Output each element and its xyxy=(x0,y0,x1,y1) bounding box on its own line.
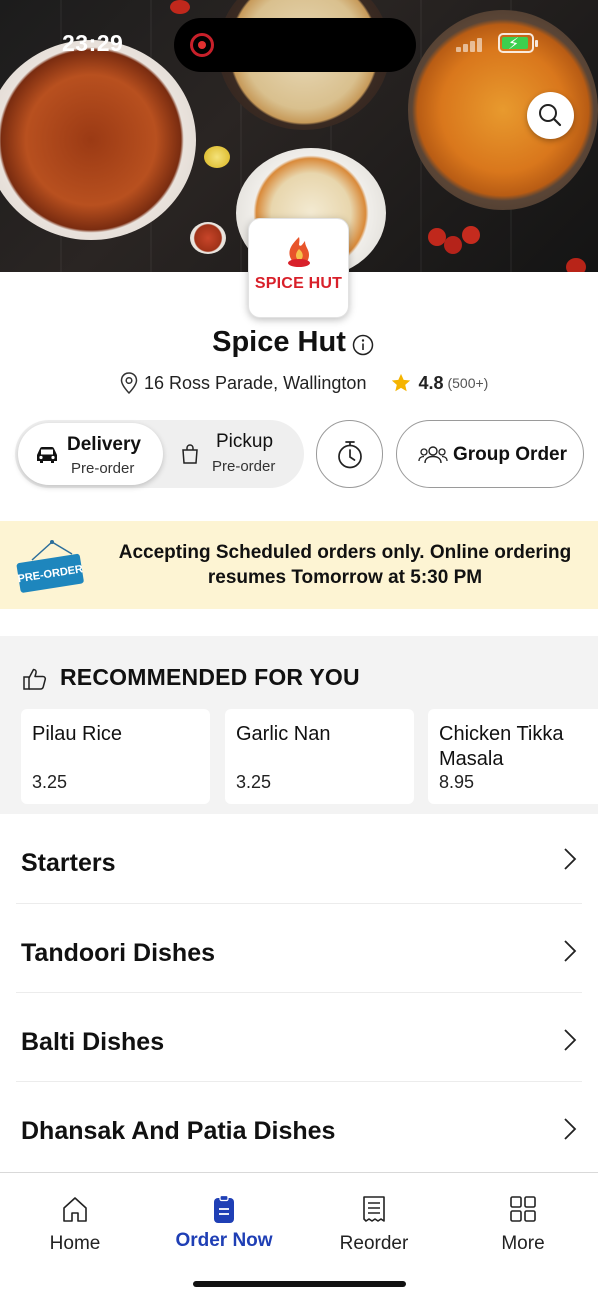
thumbs-up-icon xyxy=(23,668,47,690)
category-row-starters[interactable]: Starters xyxy=(0,815,598,904)
tab-reorder[interactable]: Reorder xyxy=(299,1173,449,1273)
item-name: Garlic Nan xyxy=(236,723,331,745)
dynamic-island xyxy=(174,18,416,72)
receipt-icon xyxy=(363,1196,385,1222)
group-order-label: Group Order xyxy=(453,444,568,465)
timer-icon xyxy=(338,441,362,469)
category-label: Tandoori Dishes xyxy=(21,939,216,967)
tab-label: Reorder xyxy=(339,1233,409,1254)
info-icon[interactable] xyxy=(352,334,374,356)
location-pin-icon xyxy=(120,372,138,395)
shopping-bag-icon xyxy=(182,444,198,464)
recommended-item-card[interactable]: Chicken Tikka Masala 8.95 xyxy=(428,709,598,804)
tab-label: More xyxy=(501,1233,545,1254)
rating-count: (500+) xyxy=(447,375,489,391)
search-button[interactable] xyxy=(527,92,574,139)
chevron-right-icon xyxy=(564,848,577,870)
item-price: 3.25 xyxy=(32,772,68,792)
schedule-time-button[interactable] xyxy=(316,420,383,488)
car-icon xyxy=(37,447,57,463)
pickup-option[interactable]: Pickup Pre-order xyxy=(165,423,301,485)
tab-label: Order Now xyxy=(175,1230,273,1251)
dip-bowl xyxy=(190,222,226,254)
category-row-tandoori[interactable]: Tandoori Dishes xyxy=(0,904,598,993)
restaurant-logo: SPICE HUT xyxy=(248,218,349,318)
flame-logo-icon xyxy=(288,237,310,267)
chevron-right-icon xyxy=(564,1029,577,1051)
home-indicator[interactable] xyxy=(193,1281,406,1287)
category-row-balti[interactable]: Balti Dishes xyxy=(0,993,598,1082)
tab-more[interactable]: More xyxy=(448,1173,598,1273)
group-people-icon xyxy=(418,446,448,464)
tandoori-chicken-plate xyxy=(0,40,196,240)
address-rating-row: 16 Ross Parade, Wallington 4.8 (500+) xyxy=(118,370,488,396)
notice-message: Accepting Scheduled orders only. Online … xyxy=(118,542,572,588)
home-icon xyxy=(63,1197,87,1222)
status-time: 23:29 xyxy=(62,30,124,56)
preorder-notice: PRE-ORDER Accepting Scheduled orders onl… xyxy=(0,521,598,609)
order-mode-toggle: Delivery Pre-order Pickup Pre-order xyxy=(15,420,304,488)
recommended-title: RECOMMENDED FOR YOU xyxy=(60,664,360,690)
lemon-slice xyxy=(204,146,230,168)
item-price: 3.25 xyxy=(236,772,272,792)
category-label: Dhansak And Patia Dishes xyxy=(21,1117,336,1145)
delivery-option[interactable]: Delivery Pre-order xyxy=(18,423,163,485)
delivery-label: Delivery xyxy=(67,434,141,455)
logo-text: SPICE HUT xyxy=(254,275,343,292)
grid-icon xyxy=(510,1196,536,1222)
tab-label: Home xyxy=(49,1233,101,1254)
tab-order-now[interactable]: Order Now xyxy=(149,1173,299,1273)
category-row-dhansak[interactable]: Dhansak And Patia Dishes xyxy=(0,1082,598,1171)
address-text: 16 Ross Parade, Wallington xyxy=(144,372,367,393)
rating-value: 4.8 xyxy=(418,372,444,393)
pickup-label: Pickup xyxy=(216,431,274,452)
search-icon xyxy=(539,104,562,127)
chevron-right-icon xyxy=(564,940,577,962)
item-price: 8.95 xyxy=(439,772,475,792)
category-label: Starters xyxy=(21,849,116,877)
group-order-button[interactable]: Group Order xyxy=(396,420,584,488)
recommended-section: RECOMMENDED FOR YOU Pilau Rice 3.25 Garl… xyxy=(0,636,598,814)
recommended-item-card[interactable]: Garlic Nan 3.25 xyxy=(225,709,414,804)
pre-order-sign-icon: PRE-ORDER xyxy=(16,540,84,593)
recommended-item-card[interactable]: Pilau Rice 3.25 xyxy=(21,709,210,804)
pickup-sub: Pre-order xyxy=(212,458,276,475)
order-icon xyxy=(214,1194,234,1223)
signal-icon xyxy=(456,36,484,52)
item-name: Pilau Rice xyxy=(32,723,123,745)
battery-charging-icon: ⚡ xyxy=(498,33,538,53)
item-name: Chicken Tikka Masala xyxy=(439,723,564,770)
star-icon xyxy=(392,373,411,392)
restaurant-name: Spice Hut xyxy=(212,326,346,358)
tab-home[interactable]: Home xyxy=(0,1173,150,1273)
category-label: Balti Dishes xyxy=(21,1028,165,1056)
recording-indicator-icon xyxy=(190,33,214,57)
delivery-sub: Pre-order xyxy=(71,460,135,477)
chevron-right-icon xyxy=(564,1118,577,1140)
